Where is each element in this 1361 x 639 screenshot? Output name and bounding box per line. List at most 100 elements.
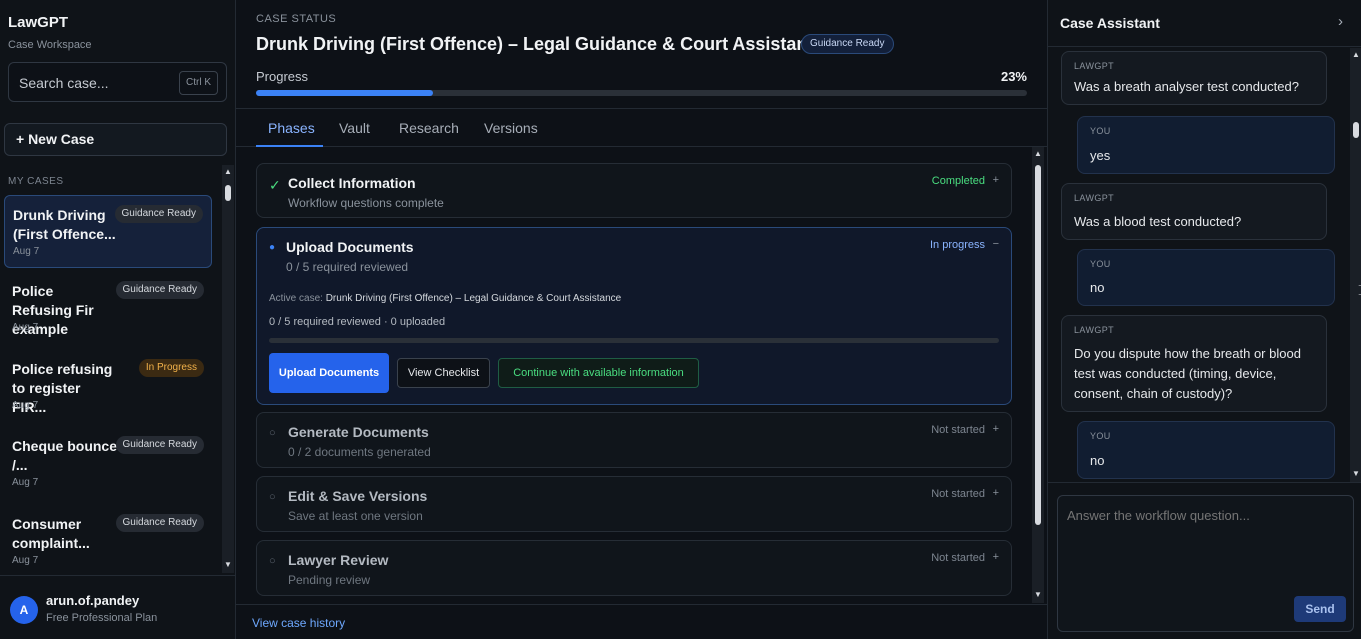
- phase-title: Generate Documents: [288, 424, 429, 440]
- tab-versions[interactable]: Versions: [484, 120, 538, 136]
- case-date: Aug 7: [12, 400, 39, 411]
- answer-input[interactable]: Send: [1057, 495, 1354, 632]
- message-role: LAWGPT: [1074, 193, 1115, 203]
- scroll-down-icon[interactable]: ▼: [224, 561, 232, 569]
- brand-subtitle: Case Workspace: [8, 39, 92, 51]
- phase-status: Not started: [931, 424, 985, 436]
- active-tab-indicator: [256, 145, 323, 147]
- scroll-down-icon[interactable]: ▼: [1352, 470, 1360, 478]
- phase-status: Not started: [931, 488, 985, 500]
- chat-scrollbar[interactable]: ▲ ▼: [1350, 48, 1361, 482]
- expand-icon[interactable]: +: [993, 423, 999, 435]
- case-item[interactable]: Drunk Driving (First Offence... Aug 7 Gu…: [4, 195, 212, 268]
- view-checklist-button[interactable]: View Checklist: [397, 358, 490, 388]
- active-case-label: Active case:: [269, 293, 323, 304]
- user-profile[interactable]: A arun.of.pandey Free Professional Plan: [0, 575, 236, 639]
- new-case-button[interactable]: + New Case: [4, 123, 227, 156]
- chat-message: YOU no: [1077, 249, 1335, 306]
- upload-documents-button[interactable]: Upload Documents: [269, 353, 389, 393]
- progress-label: Progress: [256, 69, 309, 84]
- phase-subtitle: Pending review: [288, 573, 371, 587]
- chevron-right-icon[interactable]: ›: [1338, 13, 1343, 30]
- scroll-thumb[interactable]: [1353, 122, 1359, 138]
- section-label: MY CASES: [8, 176, 64, 187]
- phase-card[interactable]: ✓ Collect Information Workflow questions…: [256, 163, 1012, 218]
- message-text: yes: [1090, 148, 1111, 163]
- case-date: Aug 7: [12, 322, 39, 333]
- search-placeholder: Search case...: [19, 75, 109, 91]
- case-title: Consumer complaint...: [12, 516, 90, 551]
- phase-card[interactable]: ● Upload Documents 0 / 5 required review…: [256, 227, 1012, 405]
- case-item[interactable]: Consumer complaint... Aug 7 Guidance Rea…: [4, 505, 212, 573]
- tab-research[interactable]: Research: [399, 120, 459, 136]
- view-history-link[interactable]: View case history: [252, 616, 345, 630]
- case-list-scrollbar[interactable]: ▲ ▼: [222, 165, 234, 573]
- case-item[interactable]: Police Refusing Fir example Aug 7 Guidan…: [4, 272, 212, 345]
- scroll-thumb[interactable]: [225, 185, 231, 201]
- case-title: Drunk Driving (First Offence...: [13, 207, 116, 242]
- chat-message: LAWGPT Was a breath analyser test conduc…: [1061, 51, 1327, 105]
- phase-title: Edit & Save Versions: [288, 488, 428, 504]
- phase-list-scrollbar[interactable]: ▲ ▼: [1032, 147, 1044, 603]
- main-panel: CASE STATUS Drunk Driving (First Offence…: [236, 0, 1047, 639]
- active-case-info: Active case: Drunk Driving (First Offenc…: [269, 293, 621, 304]
- status-badge: Guidance Ready: [115, 281, 204, 299]
- sidebar: LawGPT Case Workspace Search case... Ctr…: [0, 0, 236, 639]
- scroll-up-icon[interactable]: ▲: [224, 168, 232, 176]
- send-button[interactable]: Send: [1294, 596, 1346, 622]
- phase-subtitle: 0 / 5 required reviewed: [286, 260, 409, 274]
- search-shortcut: Ctrl K: [179, 71, 218, 95]
- progress-fill: [256, 90, 434, 96]
- tab-bar: Phases Vault Research Versions: [236, 108, 1047, 147]
- case-item[interactable]: Police refusing to register FIR... Aug 7…: [4, 350, 212, 423]
- case-date: Aug 7: [13, 246, 40, 257]
- scroll-up-icon[interactable]: ▲: [1352, 51, 1360, 59]
- page-title: Drunk Driving (First Offence) – Legal Gu…: [256, 34, 828, 54]
- continue-button[interactable]: Continue with available information: [498, 358, 699, 388]
- answer-field[interactable]: [1067, 506, 1337, 524]
- expand-icon[interactable]: +: [993, 487, 999, 499]
- case-date: Aug 7: [12, 555, 39, 566]
- case-item[interactable]: Cheque bounce /... Aug 7 Guidance Ready: [4, 427, 212, 500]
- circle-icon: ○: [269, 427, 276, 439]
- phase-title: Collect Information: [288, 175, 416, 191]
- phase-status: In progress: [929, 239, 985, 251]
- status-badge: In Progress: [138, 359, 204, 377]
- brand-name: LawGPT: [8, 14, 69, 31]
- case-title: Cheque bounce /...: [12, 438, 118, 473]
- chat-message: YOU no: [1077, 421, 1335, 479]
- phase-card[interactable]: ○ Edit & Save Versions Save at least one…: [256, 476, 1012, 532]
- message-text: Was a breath analyser test conducted?: [1074, 79, 1299, 94]
- message-text: Was a blood test conducted?: [1074, 214, 1242, 229]
- user-plan: Free Professional Plan: [46, 612, 158, 624]
- progress-bar: [256, 90, 1027, 96]
- case-assistant-panel: Case Assistant › LAWGPT Was a breath ana…: [1047, 0, 1361, 639]
- message-text: Do you dispute how the breath or blood t…: [1074, 346, 1301, 401]
- collapse-icon[interactable]: −: [993, 238, 999, 250]
- user-name: arun.of.pandey: [46, 593, 140, 608]
- scroll-down-icon[interactable]: ▼: [1034, 591, 1042, 599]
- status-badge: Guidance Ready: [115, 514, 204, 532]
- main-footer: [236, 604, 1047, 605]
- divider: [1048, 46, 1361, 47]
- case-date: Aug 7: [12, 477, 39, 488]
- scroll-thumb[interactable]: [1035, 165, 1041, 525]
- case-status-label: CASE STATUS: [256, 13, 337, 25]
- expand-icon[interactable]: +: [993, 174, 999, 186]
- tab-vault[interactable]: Vault: [339, 120, 370, 136]
- message-role: LAWGPT: [1074, 61, 1115, 71]
- phase-status: Not started: [931, 552, 985, 564]
- chat-message: LAWGPT Was a blood test conducted?: [1061, 183, 1327, 240]
- avatar: A: [10, 596, 38, 624]
- phase-card[interactable]: ○ Lawyer Review Pending review Not start…: [256, 540, 1012, 596]
- search-input[interactable]: Search case... Ctrl K: [8, 62, 227, 102]
- tab-phases[interactable]: Phases: [268, 120, 315, 136]
- circle-icon: ○: [269, 555, 276, 567]
- check-icon: ✓: [269, 177, 281, 193]
- expand-icon[interactable]: +: [993, 551, 999, 563]
- message-role: YOU: [1090, 431, 1111, 441]
- status-badge: Guidance Ready: [114, 205, 203, 223]
- scroll-up-icon[interactable]: ▲: [1034, 150, 1042, 158]
- active-case-name: Drunk Driving (First Offence) – Legal Gu…: [325, 293, 622, 304]
- phase-card[interactable]: ○ Generate Documents 0 / 2 documents gen…: [256, 412, 1012, 468]
